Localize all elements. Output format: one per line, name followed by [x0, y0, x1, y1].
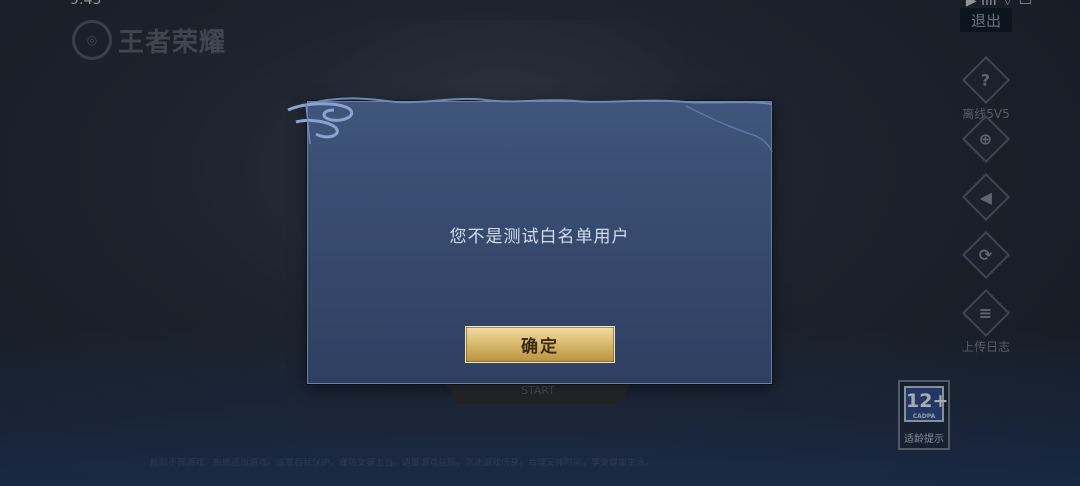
- confirm-button[interactable]: 确定: [465, 326, 615, 363]
- dialog-message: 您不是测试白名单用户: [449, 227, 630, 247]
- alert-dialog: 您不是测试白名单用户 确定: [287, 97, 773, 384]
- dialog-cloud-ornament: [287, 97, 773, 153]
